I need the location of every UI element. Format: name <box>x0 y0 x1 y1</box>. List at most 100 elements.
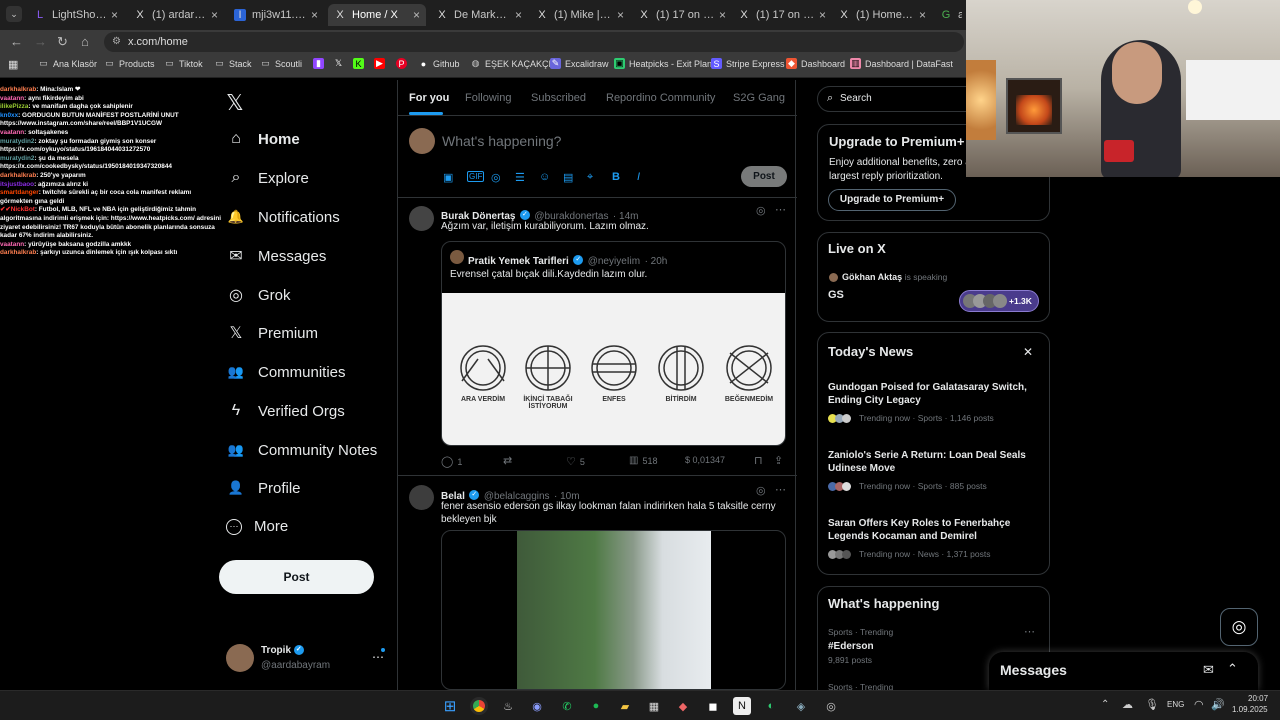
calendar-icon[interactable]: ▦ <box>645 697 663 715</box>
browser-tab[interactable]: Imji3w11.jpg - I × <box>228 4 324 26</box>
chrome-icon[interactable] <box>470 697 488 715</box>
obs-icon[interactable]: ◎ <box>822 697 840 715</box>
close-icon[interactable]: × <box>919 8 926 22</box>
bookmark-item[interactable]: ▣ Heatpicks - Exit Plan <box>614 58 712 69</box>
back-icon[interactable]: ← <box>10 34 23 49</box>
language-indicator[interactable]: ENG <box>1167 700 1184 709</box>
nav-communities[interactable]: 👥 Communities <box>226 362 346 382</box>
vpn-icon[interactable]: ◈ <box>792 697 810 715</box>
bookmark-item[interactable]: S Stripe Express <box>711 58 785 69</box>
image-icon[interactable]: ▣ <box>443 171 453 184</box>
cutlery-guide-image[interactable]: ARA VERDİM İKİNCİ TABAĞI İSTİYORUM ENFES… <box>442 293 785 445</box>
location-icon[interactable]: ⌖ <box>587 171 593 184</box>
tweet-media[interactable] <box>441 530 786 690</box>
spotify-icon[interactable]: ● <box>587 697 605 715</box>
bold-icon[interactable]: B <box>612 171 620 183</box>
tab-list-button[interactable]: ⌄ <box>6 6 22 22</box>
notion-icon[interactable]: N <box>733 697 751 715</box>
bookmark-item[interactable]: ● Github <box>418 58 460 69</box>
bookmark-item[interactable]: ◆ Dashboard <box>786 58 845 69</box>
emoji-icon[interactable]: ☺ <box>539 171 550 183</box>
nav-home[interactable]: ⌂ Home <box>226 129 300 149</box>
browser-tab[interactable]: X (1) ardardav on × <box>128 4 224 26</box>
news-item[interactable]: Saran Offers Key Roles to Fenerbahçe Leg… <box>828 517 1043 559</box>
bookmark-x[interactable]: 𝕏 <box>333 58 348 69</box>
browser-tab[interactable]: Gates <box>934 4 968 26</box>
nav-grok[interactable]: ◎ Grok <box>226 285 291 305</box>
like-button[interactable]: ♡ 5 <box>566 455 585 468</box>
bookmark-item[interactable]: ▭ Ana Klasör <box>38 58 97 69</box>
tip-amount[interactable]: $ 0,01347 <box>685 455 725 465</box>
file-explorer-icon[interactable]: ▰ <box>616 697 634 715</box>
live-card[interactable]: Live on X Gökhan Aktaş is speaking GS +1… <box>817 232 1050 322</box>
more-dots-icon[interactable]: ⋯ <box>775 203 786 216</box>
browser-tab[interactable]: L LightShot tarafı × <box>28 4 124 26</box>
tab-repordino-community[interactable]: Repordino Community <box>606 92 715 104</box>
new-message-icon[interactable]: ✉ <box>1203 662 1214 678</box>
messages-drawer[interactable]: Messages ✉ ⌃ <box>989 652 1258 690</box>
bookmark-pinterest[interactable]: P <box>396 58 411 69</box>
address-bar[interactable]: ⚙ x.com/home <box>104 32 964 52</box>
bookmark-item[interactable]: ▭ Products <box>104 58 154 69</box>
browser-tab-active[interactable]: X Home / X × <box>328 4 426 26</box>
nav-messages[interactable]: ✉ Messages <box>226 246 326 266</box>
schedule-icon[interactable]: ▤ <box>563 171 573 184</box>
clock-date[interactable]: 1.09.2025 <box>1232 705 1268 714</box>
news-item[interactable]: Zaniolo's Serie A Return: Loan Deal Seal… <box>828 449 1043 491</box>
speaker-icon[interactable]: 🔊 <box>1211 698 1225 711</box>
retweet-icon[interactable]: ⇄ <box>503 454 512 467</box>
figma-icon[interactable]: ◆ <box>674 697 692 715</box>
windows-start-icon[interactable]: ⊞ <box>441 697 459 715</box>
bookmark-youtube[interactable]: ▶ <box>374 58 389 69</box>
browser-tab[interactable]: X (1) Mike | Valo × <box>530 4 630 26</box>
close-icon[interactable]: × <box>413 8 420 22</box>
close-icon[interactable]: × <box>311 8 318 22</box>
chevron-up-icon[interactable]: ⌃ <box>1227 661 1238 677</box>
bookmark-item[interactable]: ▭ Tiktok <box>164 58 202 69</box>
grok-floating-button[interactable]: ◎ <box>1220 608 1258 646</box>
cloud-icon[interactable]: ☁ <box>1122 698 1133 711</box>
apps-icon[interactable]: ▦ <box>8 58 18 71</box>
nav-notifications[interactable]: 🔔 Notifications <box>226 207 340 227</box>
reload-icon[interactable]: ↻ <box>57 34 68 50</box>
bookmark-item[interactable]: ▭ Stack <box>214 58 251 69</box>
italic-icon[interactable]: I <box>637 171 640 183</box>
nav-more[interactable]: ⋯ More <box>226 518 288 535</box>
more-dots-icon[interactable]: ⋯ <box>372 650 384 664</box>
more-dots-icon[interactable]: ⋯ <box>1024 625 1035 638</box>
tweet[interactable]: Burak Dönertaş ✓ @burakdonertas · 14m ◎ … <box>398 198 797 476</box>
close-icon[interactable]: × <box>617 8 624 22</box>
steam-icon[interactable]: ♨ <box>499 697 517 715</box>
grok-icon[interactable]: ◎ <box>756 204 766 217</box>
bookmark-item[interactable]: ▭ Scoutli <box>260 58 302 69</box>
close-icon[interactable]: × <box>111 8 118 22</box>
post-button[interactable]: Post <box>219 560 374 594</box>
bookmark-kick[interactable]: K <box>353 58 368 69</box>
close-icon[interactable]: × <box>211 8 218 22</box>
home-icon[interactable]: ⌂ <box>81 34 89 49</box>
account-switcher[interactable]: Tropik ✓ @aardabayram ⋯ <box>226 644 396 674</box>
bookmark-twitch[interactable]: ▮ <box>313 58 328 69</box>
views-button[interactable]: ▥ 518 <box>629 455 657 466</box>
bookmark-item[interactable]: ◍ EŞEK KAÇAKÇISI <box>470 58 560 69</box>
wifi-icon[interactable]: ◠ <box>1194 698 1204 711</box>
more-dots-icon[interactable]: ⋯ <box>775 483 786 496</box>
bookmark-icon[interactable]: ⊓ <box>754 454 763 467</box>
nav-verified-orgs[interactable]: ϟ Verified Orgs <box>226 401 345 421</box>
close-icon[interactable]: ✕ <box>1023 345 1033 359</box>
browser-tab[interactable]: X (1) 17 on X: "tu × <box>732 4 832 26</box>
browser-tab[interactable]: X (1) 17 on X: "tu × <box>632 4 732 26</box>
site-info-icon[interactable]: ⚙ <box>112 32 121 52</box>
compose-input[interactable]: What's happening? <box>442 133 561 149</box>
quote-tweet[interactable]: Pratik Yemek Tarifleri ✓ @neyiyeIim · 20… <box>441 241 786 446</box>
tab-following[interactable]: Following <box>465 92 511 104</box>
close-icon[interactable]: × <box>819 8 826 22</box>
microphone-icon[interactable]: 🎙 <box>1145 698 1159 711</box>
gif-icon[interactable]: GIF <box>467 171 485 182</box>
nav-explore[interactable]: ⌕ Explore <box>226 168 309 188</box>
bookmark-item[interactable]: ✎ Excalidraw <box>550 58 609 69</box>
close-icon[interactable]: × <box>515 8 522 22</box>
discord-icon[interactable]: ◉ <box>528 697 546 715</box>
tab-for-you[interactable]: For you <box>409 92 449 104</box>
nav-premium[interactable]: 𝕏 Premium <box>226 323 318 343</box>
